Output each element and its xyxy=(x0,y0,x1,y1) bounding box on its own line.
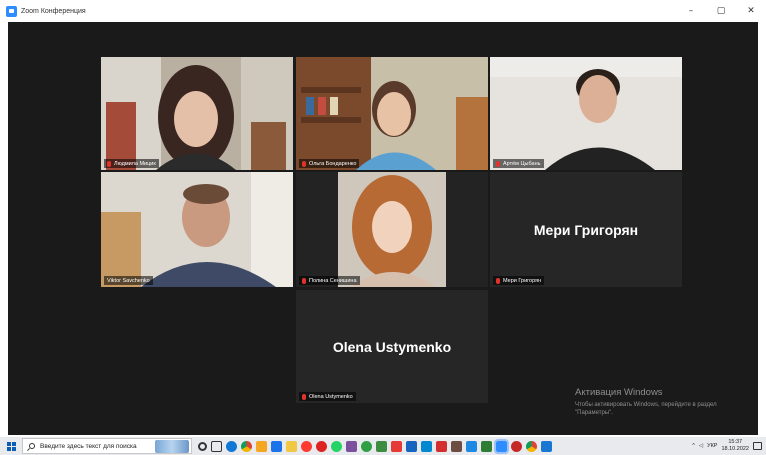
app-icon[interactable] xyxy=(391,440,402,452)
clock-date: 18.10.2022 xyxy=(721,446,749,452)
windows-icon xyxy=(6,441,16,451)
participant-name-tag: Артём Цыбань xyxy=(493,159,544,168)
participant-tile[interactable]: Olena Ustymenko Olena Ustymenko xyxy=(296,290,488,403)
participant-name: Людмила Мицик xyxy=(114,160,156,167)
participant-video xyxy=(490,57,682,170)
taskbar-search[interactable]: Введите здесь текст для поиска xyxy=(22,438,192,454)
search-highlight-image xyxy=(155,440,189,453)
participant-name-tag: Ольга Бондаренко xyxy=(299,159,360,168)
meeting-stage: Людмила Мицик Ольга Бондаренко Артём Цыб… xyxy=(8,22,758,435)
participant-tile-active-speaker[interactable]: Viktor Savchenko xyxy=(101,172,293,287)
app-icon[interactable] xyxy=(451,440,462,452)
system-tray: ^ ◁ УКР 15:37 18.10.2022 xyxy=(692,437,762,455)
speaker-icon[interactable]: ◁ xyxy=(699,443,703,449)
clock[interactable]: 15:37 18.10.2022 xyxy=(721,439,749,453)
participant-tile[interactable]: Ольга Бондаренко xyxy=(296,57,488,170)
participant-name: Полина Сенишина xyxy=(309,277,357,284)
minimize-button[interactable]: – xyxy=(676,0,706,22)
language-indicator[interactable]: УКР xyxy=(707,443,717,449)
chrome-icon[interactable] xyxy=(526,440,537,452)
participant-name: Мери Григорян xyxy=(503,277,542,284)
participant-display-name: Мери Григорян xyxy=(533,221,639,238)
window-controls: – ▢ ✕ xyxy=(676,0,766,22)
search-icon xyxy=(29,443,35,449)
zoom-app-icon xyxy=(6,5,17,17)
start-button[interactable] xyxy=(0,437,22,455)
app-icon[interactable] xyxy=(376,440,387,452)
windows-activation-watermark: Активация Windows Чтобы активировать Win… xyxy=(575,387,755,417)
whatsapp-icon[interactable] xyxy=(331,440,342,452)
activation-title: Активация Windows xyxy=(575,387,663,398)
participant-name-tag: Olena Ustymenko xyxy=(299,392,356,401)
notification-icon[interactable] xyxy=(753,442,762,450)
acrobat-icon[interactable] xyxy=(436,440,447,452)
restore-button[interactable]: ▢ xyxy=(706,0,736,22)
app-icon[interactable] xyxy=(541,440,552,452)
participant-tile[interactable]: Людмила Мицик xyxy=(101,57,293,170)
chrome-icon[interactable] xyxy=(241,440,252,452)
participant-video xyxy=(296,57,488,170)
participant-name: Viktor Savchenko xyxy=(107,277,150,284)
activation-subtitle: Чтобы активировать Windows, перейдите в … xyxy=(575,402,717,416)
mic-muted-icon xyxy=(496,277,500,284)
participant-tile[interactable]: Полина Сенишина xyxy=(296,172,488,287)
participant-video xyxy=(101,57,293,170)
participant-name-tag: Людмила Мицик xyxy=(104,159,159,168)
app-icon[interactable] xyxy=(466,440,477,452)
yandex-icon[interactable] xyxy=(301,440,312,452)
participant-name-tag: Viktor Savchenko xyxy=(104,276,153,285)
participant-name: Артём Цыбань xyxy=(503,160,541,167)
close-button[interactable]: ✕ xyxy=(736,0,766,22)
search-placeholder: Введите здесь текст для поиска xyxy=(40,442,137,450)
store-icon[interactable] xyxy=(271,440,282,452)
taskbar: Введите здесь текст для поиска ^ ◁ УКР 1 xyxy=(0,437,766,455)
mic-muted-icon xyxy=(302,393,306,400)
app-icon[interactable] xyxy=(421,440,432,452)
mic-muted-icon xyxy=(302,160,306,167)
app-icon[interactable] xyxy=(406,440,417,452)
paint-icon[interactable] xyxy=(256,440,267,452)
app-icon[interactable] xyxy=(511,440,522,452)
chevron-up-icon[interactable]: ^ xyxy=(692,443,695,449)
participant-video xyxy=(296,172,488,287)
participant-display-name: Olena Ustymenko xyxy=(332,338,452,355)
explorer-icon[interactable] xyxy=(286,440,297,452)
taskbar-apps xyxy=(198,438,552,454)
participant-tile[interactable]: Мери Григорян Мери Григорян xyxy=(490,172,682,287)
zoom-taskbar-icon[interactable] xyxy=(494,438,509,454)
participant-name: Ольга Бондаренко xyxy=(309,160,357,167)
task-view-icon[interactable] xyxy=(211,440,222,452)
participant-tile[interactable]: Артём Цыбань xyxy=(490,57,682,170)
title-bar: Zoom Конференция – ▢ ✕ xyxy=(0,0,766,22)
mic-muted-icon xyxy=(302,277,306,284)
cortana-icon[interactable] xyxy=(198,441,207,451)
viber-icon[interactable] xyxy=(346,440,357,452)
edge-icon[interactable] xyxy=(226,440,237,452)
participant-name-tag: Мери Григорян xyxy=(493,276,545,285)
app-icon[interactable] xyxy=(481,440,492,452)
participant-video xyxy=(101,172,293,287)
app-icon[interactable] xyxy=(361,440,372,452)
opera-icon[interactable] xyxy=(316,440,327,452)
participant-name-tag: Полина Сенишина xyxy=(299,276,360,285)
clock-time: 15:37 xyxy=(728,439,743,445)
participant-name: Olena Ustymenko xyxy=(309,393,353,400)
mic-muted-icon xyxy=(496,160,500,167)
window-title: Zoom Конференция xyxy=(21,7,86,15)
mic-muted-icon xyxy=(107,160,111,167)
